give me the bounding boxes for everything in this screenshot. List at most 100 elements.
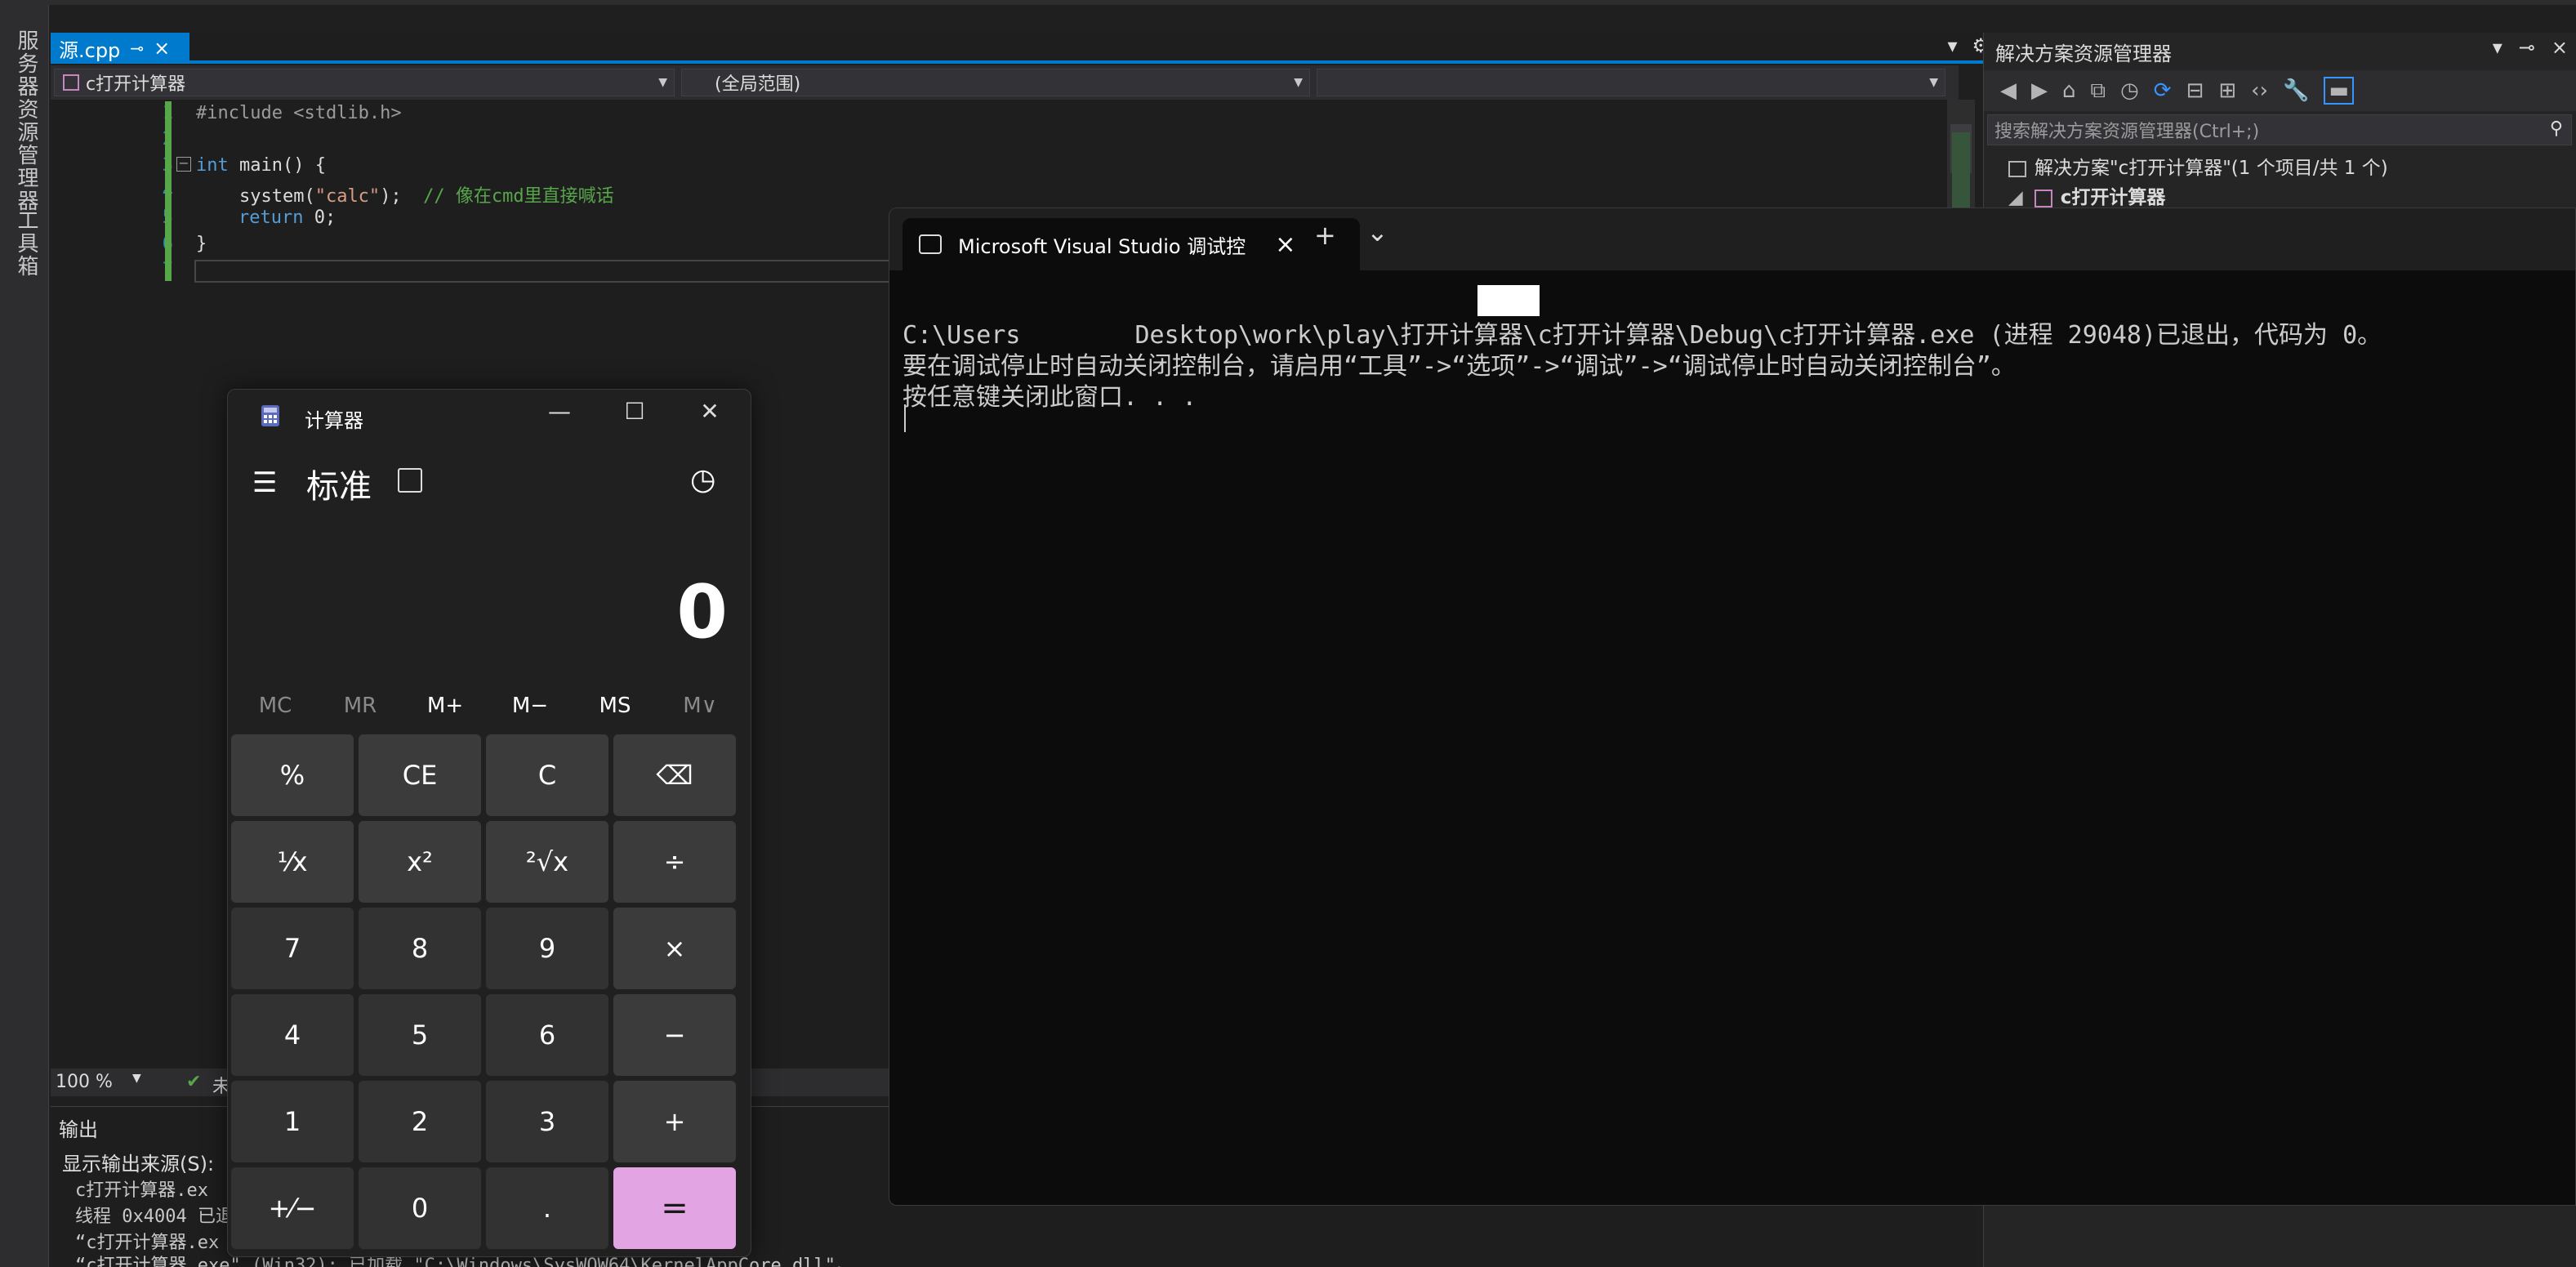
digit-2-button[interactable]: 2 [359, 1081, 481, 1162]
tab-dropdown-icon[interactable]: ▾ [1947, 34, 1957, 57]
project-icon [63, 74, 79, 91]
reciprocal-button[interactable]: ¹⁄x [231, 821, 354, 903]
zoom-level[interactable]: 100 % [56, 1072, 113, 1092]
percent-button[interactable]: % [231, 734, 354, 816]
clear-button[interactable]: C [486, 734, 608, 816]
toolbox-tab[interactable]: 工具箱 [11, 209, 42, 278]
digit-9-button[interactable]: 9 [486, 908, 608, 989]
history-icon[interactable]: ◷ [2120, 78, 2139, 103]
chevron-down-icon: ▼ [658, 76, 667, 89]
memory-store-button[interactable]: MS [573, 694, 657, 718]
maximize-button[interactable]: ☐ [610, 398, 659, 425]
code-text: system( [196, 186, 315, 207]
output-line: c打开计算器.ex [75, 1180, 208, 1201]
server-explorer-tab[interactable]: 服务器资源管理器 [11, 29, 42, 212]
line-number: 7 [91, 260, 173, 280]
decimal-button[interactable]: . [486, 1167, 608, 1249]
forward-icon[interactable]: ▶ [2031, 78, 2048, 103]
scope-combo[interactable]: (全局范围) ▼ [681, 69, 1310, 96]
output-source-label: 显示输出来源(S): [62, 1153, 215, 1176]
tab-label: 源.cpp [59, 38, 121, 62]
code-text: 0; [303, 207, 336, 228]
expand-icon[interactable]: ◢ [2008, 187, 2023, 208]
close-icon[interactable]: × [2551, 36, 2568, 59]
project-combo[interactable]: c打开计算器 ▼ [54, 69, 675, 96]
new-tab-button[interactable]: + [1314, 220, 1336, 251]
line-number: 4 [91, 181, 173, 202]
digit-4-button[interactable]: 4 [231, 994, 354, 1076]
code-line-1: #include <stdlib.h> [196, 103, 402, 123]
member-combo[interactable]: ▼ [1317, 69, 1945, 96]
digit-1-button[interactable]: 1 [231, 1081, 354, 1162]
hamburger-menu-icon[interactable]: ☰ [252, 466, 277, 499]
memory-add-button[interactable]: M+ [403, 694, 488, 718]
close-icon[interactable]: × [1275, 230, 1295, 259]
chevron-down-icon[interactable]: ▼ [132, 1072, 141, 1085]
collapse-icon[interactable]: − [176, 157, 191, 172]
code-text: main() { [228, 155, 326, 176]
solution-icon [2008, 160, 2026, 177]
digit-0-button[interactable]: 0 [359, 1167, 481, 1249]
calculator-title: 计算器 [305, 409, 363, 432]
digit-7-button[interactable]: 7 [231, 908, 354, 989]
code-icon[interactable]: ‹› [2251, 78, 2268, 103]
dropdown-icon[interactable]: ▾ [2493, 36, 2502, 59]
solution-label: 解决方案"c打开计算器"(1 个项目/共 1 个) [2035, 158, 2388, 179]
output-line: 线程 0x4004 已退 [75, 1207, 234, 1227]
code-line-6: } [196, 234, 207, 254]
square-button[interactable]: x² [359, 821, 481, 903]
history-icon[interactable]: ◷ [690, 463, 715, 497]
show-all-files-icon[interactable]: ⊞ [2218, 78, 2236, 103]
close-button[interactable]: ✕ [685, 398, 734, 425]
line-number: 5 [91, 207, 173, 228]
digit-3-button[interactable]: 3 [486, 1081, 608, 1162]
keyword: int [196, 155, 229, 176]
digit-6-button[interactable]: 6 [486, 994, 608, 1076]
terminal-icon [919, 234, 942, 254]
memory-subtract-button[interactable]: M− [488, 694, 573, 718]
tab-source-cpp[interactable]: 源.cpp ⊸ × [51, 33, 189, 64]
memory-list-button[interactable]: M∨ [657, 694, 742, 718]
negate-button[interactable]: +⁄− [231, 1167, 354, 1249]
minimize-button[interactable]: — [535, 398, 584, 425]
include-directive: #include <stdlib.h> [196, 103, 402, 123]
home-icon[interactable]: ⌂ [2062, 78, 2076, 103]
properties-icon[interactable]: 🔧 [2283, 78, 2309, 103]
add-button[interactable]: + [613, 1081, 736, 1162]
pin-icon[interactable]: ⊸ [2519, 36, 2535, 59]
project-combo-label: c打开计算器 [86, 74, 186, 95]
memory-recall-button[interactable]: MR [318, 694, 403, 718]
calculator-app-icon [261, 404, 280, 427]
divide-button[interactable]: ÷ [613, 821, 736, 903]
multiply-button[interactable]: × [613, 908, 736, 989]
search-icon[interactable]: ⚲ [2550, 118, 2563, 139]
memory-clear-button[interactable]: MC [233, 694, 318, 718]
code-line-5: return 0; [238, 207, 336, 228]
square-root-button[interactable]: ²√x [486, 821, 608, 903]
close-icon[interactable]: × [154, 37, 170, 60]
string-literal: "calc" [314, 186, 381, 207]
keep-on-top-icon[interactable] [398, 468, 422, 493]
digit-5-button[interactable]: 5 [359, 994, 481, 1076]
preview-icon[interactable]: ▬ [2324, 77, 2354, 105]
console-tab-title: Microsoft Visual Studio 调试控 [958, 234, 1246, 258]
chevron-down-icon[interactable]: ⌄ [1366, 216, 1388, 248]
tree-project[interactable]: ◢ c打开计算器 [2008, 181, 2165, 209]
sync-icon[interactable]: ⟳ [2154, 78, 2172, 103]
line-number-gutter: 1 2 3 4 5 6 7 [51, 100, 173, 1068]
tree-solution[interactable]: 解决方案"c打开计算器"(1 个项目/共 1 个) [2008, 152, 2388, 180]
subtract-button[interactable]: − [613, 994, 736, 1076]
backspace-button[interactable]: ⌫ [613, 734, 736, 816]
debug-console-window: Microsoft Visual Studio 调试控 × + ⌄ C:\Use… [889, 207, 2576, 1206]
digit-8-button[interactable]: 8 [359, 908, 481, 989]
switch-view-icon[interactable]: ⧉ [2091, 78, 2106, 104]
clear-entry-button[interactable]: CE [359, 734, 481, 816]
calculator-mode: 标准 [306, 468, 372, 506]
back-icon[interactable]: ◀ [2000, 78, 2017, 103]
solution-search-input[interactable]: 搜索解决方案资源管理器(Ctrl+;) ⚲ [1987, 114, 2572, 145]
equals-button[interactable]: = [613, 1167, 736, 1249]
console-tab[interactable]: Microsoft Visual Studio 调试控 × [902, 218, 1360, 270]
pin-icon[interactable]: ⊸ [130, 38, 144, 58]
collapse-all-icon[interactable]: ⊟ [2186, 78, 2204, 103]
chevron-down-icon: ▼ [1294, 76, 1303, 89]
